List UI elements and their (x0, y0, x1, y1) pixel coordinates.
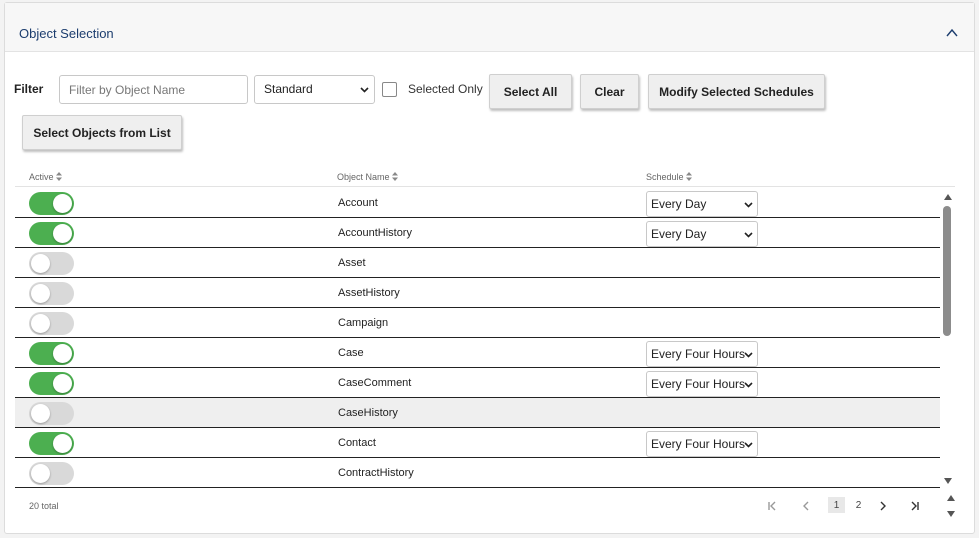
selected-only-label: Selected Only (408, 82, 483, 96)
active-toggle[interactable] (29, 222, 74, 245)
selected-only-checkbox[interactable] (382, 82, 397, 97)
object-name: CaseComment (338, 377, 412, 389)
object-name: AssetHistory (338, 287, 400, 299)
chevron-down-icon (744, 352, 753, 358)
object-name: CaseHistory (338, 407, 398, 419)
schedule-select[interactable]: Every Four Hours (646, 371, 758, 397)
table-row[interactable]: CaseHistory (15, 398, 940, 428)
modify-selected-schedules-button[interactable]: Modify Selected Schedules (648, 74, 825, 109)
chevron-down-icon (744, 232, 753, 238)
schedule-value: Every Four Hours (651, 347, 746, 361)
first-page-icon[interactable] (765, 499, 779, 513)
total-count: 20 total (29, 501, 59, 511)
select-objects-from-list-button[interactable]: Select Objects from List (22, 115, 182, 150)
select-all-button[interactable]: Select All (489, 74, 572, 109)
scroll-up-icon[interactable] (942, 192, 954, 202)
grid-header: Active Object Name Schedule (15, 168, 955, 187)
schedule-value: Every Four Hours (651, 377, 746, 391)
toggle-knob (53, 224, 72, 243)
scrollbar-thumb[interactable] (943, 206, 951, 336)
toggle-knob (53, 194, 72, 213)
page-size-stepper-icon[interactable] (945, 493, 957, 519)
active-toggle[interactable] (29, 312, 74, 335)
column-header-schedule[interactable]: Schedule (646, 172, 692, 182)
object-name: Account (338, 197, 378, 209)
toggle-knob (31, 254, 50, 273)
filter-label: Filter (14, 82, 44, 96)
active-toggle[interactable] (29, 282, 74, 305)
table-row[interactable]: AssetHistory (15, 278, 940, 308)
column-header-active[interactable]: Active (29, 172, 62, 182)
object-name: Contact (338, 437, 376, 449)
active-toggle[interactable] (29, 192, 74, 215)
sort-icon (685, 172, 692, 181)
schedule-value: Every Four Hours (651, 437, 746, 451)
scroll-down-icon[interactable] (942, 476, 954, 486)
toggle-knob (53, 374, 72, 393)
chevron-down-icon (744, 382, 753, 388)
table-row[interactable]: AccountHistory Every Day (15, 218, 940, 248)
object-type-value: Standard (264, 82, 313, 96)
schedule-select[interactable]: Every Four Hours (646, 341, 758, 367)
page-1-button[interactable]: 1 (828, 497, 845, 513)
sort-icon (391, 172, 398, 181)
last-page-icon[interactable] (908, 499, 922, 513)
toggle-knob (53, 344, 72, 363)
object-table-body: Account Every Day AccountHistory Every Day A… (15, 188, 940, 488)
schedule-select[interactable]: Every Day (646, 221, 758, 247)
table-row[interactable]: Asset (15, 248, 940, 278)
schedule-select[interactable]: Every Day (646, 191, 758, 217)
clear-button[interactable]: Clear (580, 74, 639, 109)
toggle-knob (31, 284, 50, 303)
table-row[interactable]: Contact Every Four Hours (15, 428, 940, 458)
sort-icon (55, 172, 62, 181)
toggle-knob (31, 464, 50, 483)
active-toggle[interactable] (29, 342, 74, 365)
table-scrollbar[interactable] (941, 190, 955, 488)
next-page-icon[interactable] (876, 499, 890, 513)
toggle-knob (31, 404, 50, 423)
active-toggle[interactable] (29, 372, 74, 395)
column-header-object-name[interactable]: Object Name (337, 172, 398, 182)
panel-title: Object Selection (19, 26, 114, 41)
table-row[interactable]: CaseComment Every Four Hours (15, 368, 940, 398)
chevron-down-icon (744, 442, 753, 448)
table-row[interactable]: Account Every Day (15, 188, 940, 218)
schedule-value: Every Day (651, 227, 707, 241)
chevron-down-icon (744, 202, 753, 208)
active-toggle[interactable] (29, 462, 74, 485)
object-name: Campaign (338, 317, 389, 329)
prev-page-icon[interactable] (799, 499, 813, 513)
chevron-up-icon[interactable] (944, 25, 960, 41)
object-name: Case (338, 347, 364, 359)
table-row[interactable]: Case Every Four Hours (15, 338, 940, 368)
page-2-button[interactable]: 2 (850, 497, 867, 513)
object-name: ContractHistory (338, 467, 414, 479)
schedule-value: Every Day (651, 197, 707, 211)
object-name: Asset (338, 257, 366, 269)
toggle-knob (53, 434, 72, 453)
chevron-down-icon (360, 87, 369, 93)
active-toggle[interactable] (29, 252, 74, 275)
object-type-select[interactable]: Standard (254, 75, 375, 104)
toggle-knob (31, 314, 50, 333)
active-toggle[interactable] (29, 402, 74, 425)
panel-header[interactable]: Object Selection (5, 3, 974, 52)
active-toggle[interactable] (29, 432, 74, 455)
filter-input[interactable] (59, 75, 248, 104)
object-name: AccountHistory (338, 227, 412, 239)
table-row[interactable]: Campaign (15, 308, 940, 338)
table-row[interactable]: ContractHistory (15, 458, 940, 488)
schedule-select[interactable]: Every Four Hours (646, 431, 758, 457)
